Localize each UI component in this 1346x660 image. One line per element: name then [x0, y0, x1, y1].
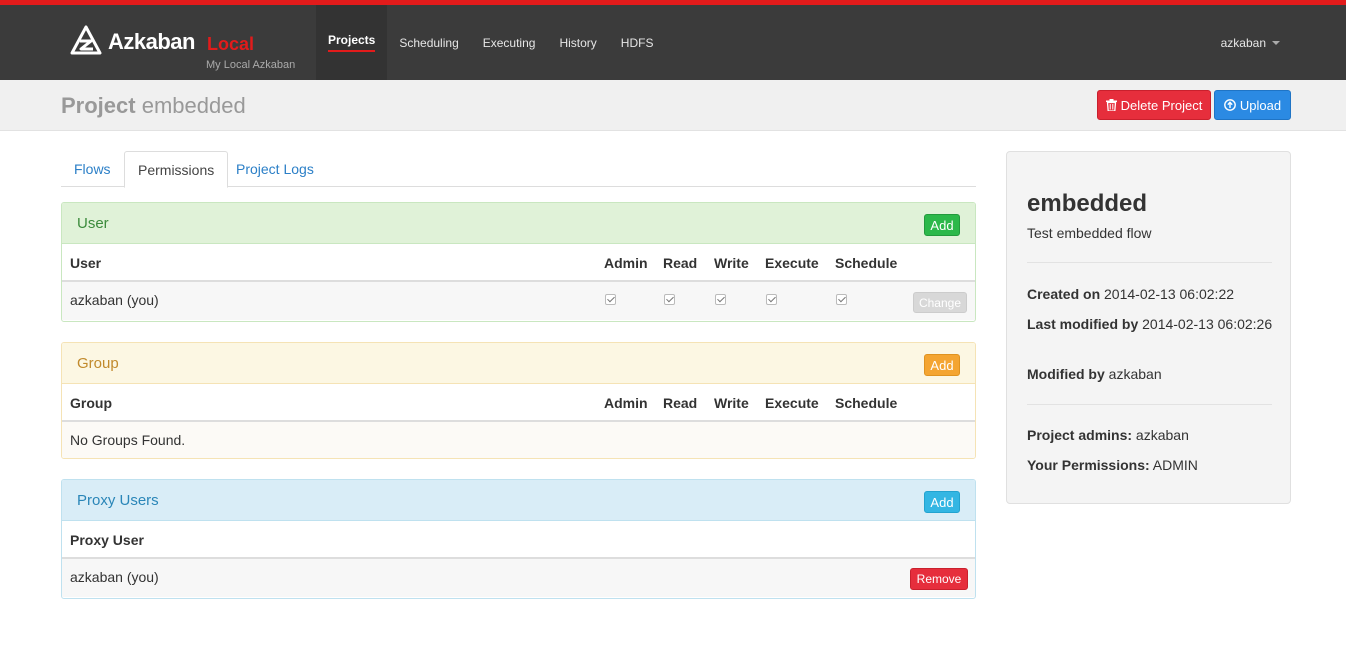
- proxy-panel-header: Proxy Users Add: [62, 480, 975, 521]
- top-navbar: Azkaban Local My Local Azkaban Projects …: [0, 0, 1346, 80]
- col-schedule: Schedule: [835, 255, 898, 271]
- group-permissions-panel: Group Add Group Admin Read Write Execute…: [61, 342, 976, 459]
- add-proxy-user-button[interactable]: Add: [924, 491, 960, 513]
- created-label: Created on: [1027, 286, 1101, 302]
- no-groups-text: No Groups Found.: [70, 432, 186, 448]
- col-write: Write: [714, 255, 749, 271]
- page-title-project: embedded: [141, 93, 246, 118]
- perms-value: ADMIN: [1152, 457, 1198, 473]
- project-info-card: embedded Test embedded flow Created on 2…: [1006, 151, 1291, 504]
- group-panel-title: Group: [77, 355, 119, 372]
- delete-project-label: Delete Project: [1120, 97, 1203, 113]
- execute-checkbox: [766, 294, 777, 305]
- nav-scheduling[interactable]: Scheduling: [387, 5, 470, 80]
- caret-down-icon: [1272, 40, 1280, 45]
- main-nav: Projects Scheduling Executing History HD…: [316, 5, 665, 80]
- page-title: Project embedded: [61, 93, 246, 119]
- divider: [1027, 404, 1272, 405]
- proxy-users-panel: Proxy Users Add Proxy User azkaban (you)…: [61, 479, 976, 599]
- user-menu[interactable]: azkaban: [1221, 5, 1280, 80]
- col-read: Read: [663, 255, 698, 271]
- nav-history[interactable]: History: [547, 5, 608, 80]
- created-value: 2014-02-13 06:02:22: [1104, 286, 1235, 302]
- modified-by-label: Modified by: [1027, 366, 1105, 382]
- brand-subtitle: My Local Azkaban: [206, 59, 296, 71]
- user-permissions-panel: User Add User Admin Read Write Execute S…: [61, 202, 976, 322]
- divider: [1027, 262, 1272, 263]
- upload-label: Upload: [1239, 97, 1282, 113]
- tab-flows[interactable]: Flows: [61, 151, 124, 187]
- your-permissions: Your Permissions: ADMIN: [1027, 455, 1277, 475]
- admins-label: Project admins:: [1027, 427, 1133, 443]
- upload-button[interactable]: Upload: [1214, 90, 1291, 120]
- proxy-panel-title: Proxy Users: [77, 492, 159, 509]
- brand-env: Local: [207, 34, 255, 54]
- page-title-prefix: Project: [61, 93, 136, 118]
- admins-value: azkaban: [1135, 427, 1189, 443]
- col-group: Group: [70, 395, 112, 411]
- tab-permissions[interactable]: Permissions: [124, 151, 229, 188]
- modified-by: Modified by azkaban: [1027, 364, 1277, 384]
- perms-label: Your Permissions:: [1027, 457, 1150, 473]
- col-proxy-user: Proxy User: [70, 532, 144, 548]
- project-header: Project embedded Delete Project Upload: [0, 80, 1346, 131]
- col-admin: Admin: [604, 255, 648, 271]
- group-panel-header: Group Add: [62, 343, 975, 384]
- modified-by-value: azkaban: [1108, 366, 1162, 382]
- add-group-button[interactable]: Add: [924, 354, 960, 376]
- col-schedule: Schedule: [835, 395, 898, 411]
- col-write: Write: [714, 395, 749, 411]
- proxy-user-name: azkaban (you): [70, 569, 159, 585]
- user-table-header: User Admin Read Write Execute Schedule: [62, 244, 975, 282]
- user-menu-label: azkaban: [1220, 35, 1266, 50]
- created-on: Created on 2014-02-13 06:02:22: [1027, 284, 1277, 304]
- proxy-table-header: Proxy User: [62, 521, 975, 559]
- project-name: embedded: [1027, 190, 1148, 217]
- project-description: Test embedded flow: [1027, 225, 1152, 241]
- nav-hdfs[interactable]: HDFS: [609, 5, 666, 80]
- trash-icon: [1105, 99, 1117, 111]
- delete-project-button[interactable]: Delete Project: [1097, 90, 1211, 120]
- nav-projects-label: Projects: [328, 33, 376, 52]
- tab-project-logs[interactable]: Project Logs: [223, 151, 327, 187]
- project-admins: Project admins: azkaban: [1027, 425, 1277, 445]
- read-checkbox: [664, 294, 675, 305]
- admin-checkbox: [605, 294, 616, 305]
- user-panel-title: User: [77, 215, 109, 232]
- add-user-button[interactable]: Add: [924, 214, 960, 236]
- empty-row: No Groups Found.: [62, 422, 975, 458]
- col-execute: Execute: [765, 255, 819, 271]
- nav-executing[interactable]: Executing: [471, 5, 548, 80]
- col-user: User: [70, 255, 102, 271]
- modified-label: Last modified by: [1027, 316, 1139, 332]
- table-row: azkaban (you) Remove: [62, 559, 975, 597]
- modified-value: 2014-02-13 06:02:26: [1142, 316, 1273, 332]
- table-row: azkaban (you) Change: [62, 282, 975, 320]
- change-button[interactable]: Change: [913, 292, 967, 313]
- azkaban-logo-icon: [70, 25, 102, 55]
- project-tabs: Flows Permissions Project Logs: [61, 151, 976, 188]
- brand[interactable]: Azkaban Local My Local Azkaban: [70, 25, 310, 77]
- write-checkbox: [715, 294, 726, 305]
- remove-button[interactable]: Remove: [910, 568, 968, 590]
- group-table-header: Group Admin Read Write Execute Schedule: [62, 384, 975, 422]
- user-name: azkaban (you): [70, 292, 159, 308]
- col-execute: Execute: [765, 395, 819, 411]
- col-admin: Admin: [604, 395, 648, 411]
- brand-name: Azkaban: [108, 29, 195, 54]
- schedule-checkbox: [836, 294, 847, 305]
- last-modified: Last modified by 2014-02-13 06:02:26: [1027, 314, 1277, 334]
- col-read: Read: [663, 395, 698, 411]
- user-panel-header: User Add: [62, 203, 975, 244]
- nav-projects[interactable]: Projects: [316, 5, 388, 80]
- upload-circle-icon: [1223, 99, 1236, 111]
